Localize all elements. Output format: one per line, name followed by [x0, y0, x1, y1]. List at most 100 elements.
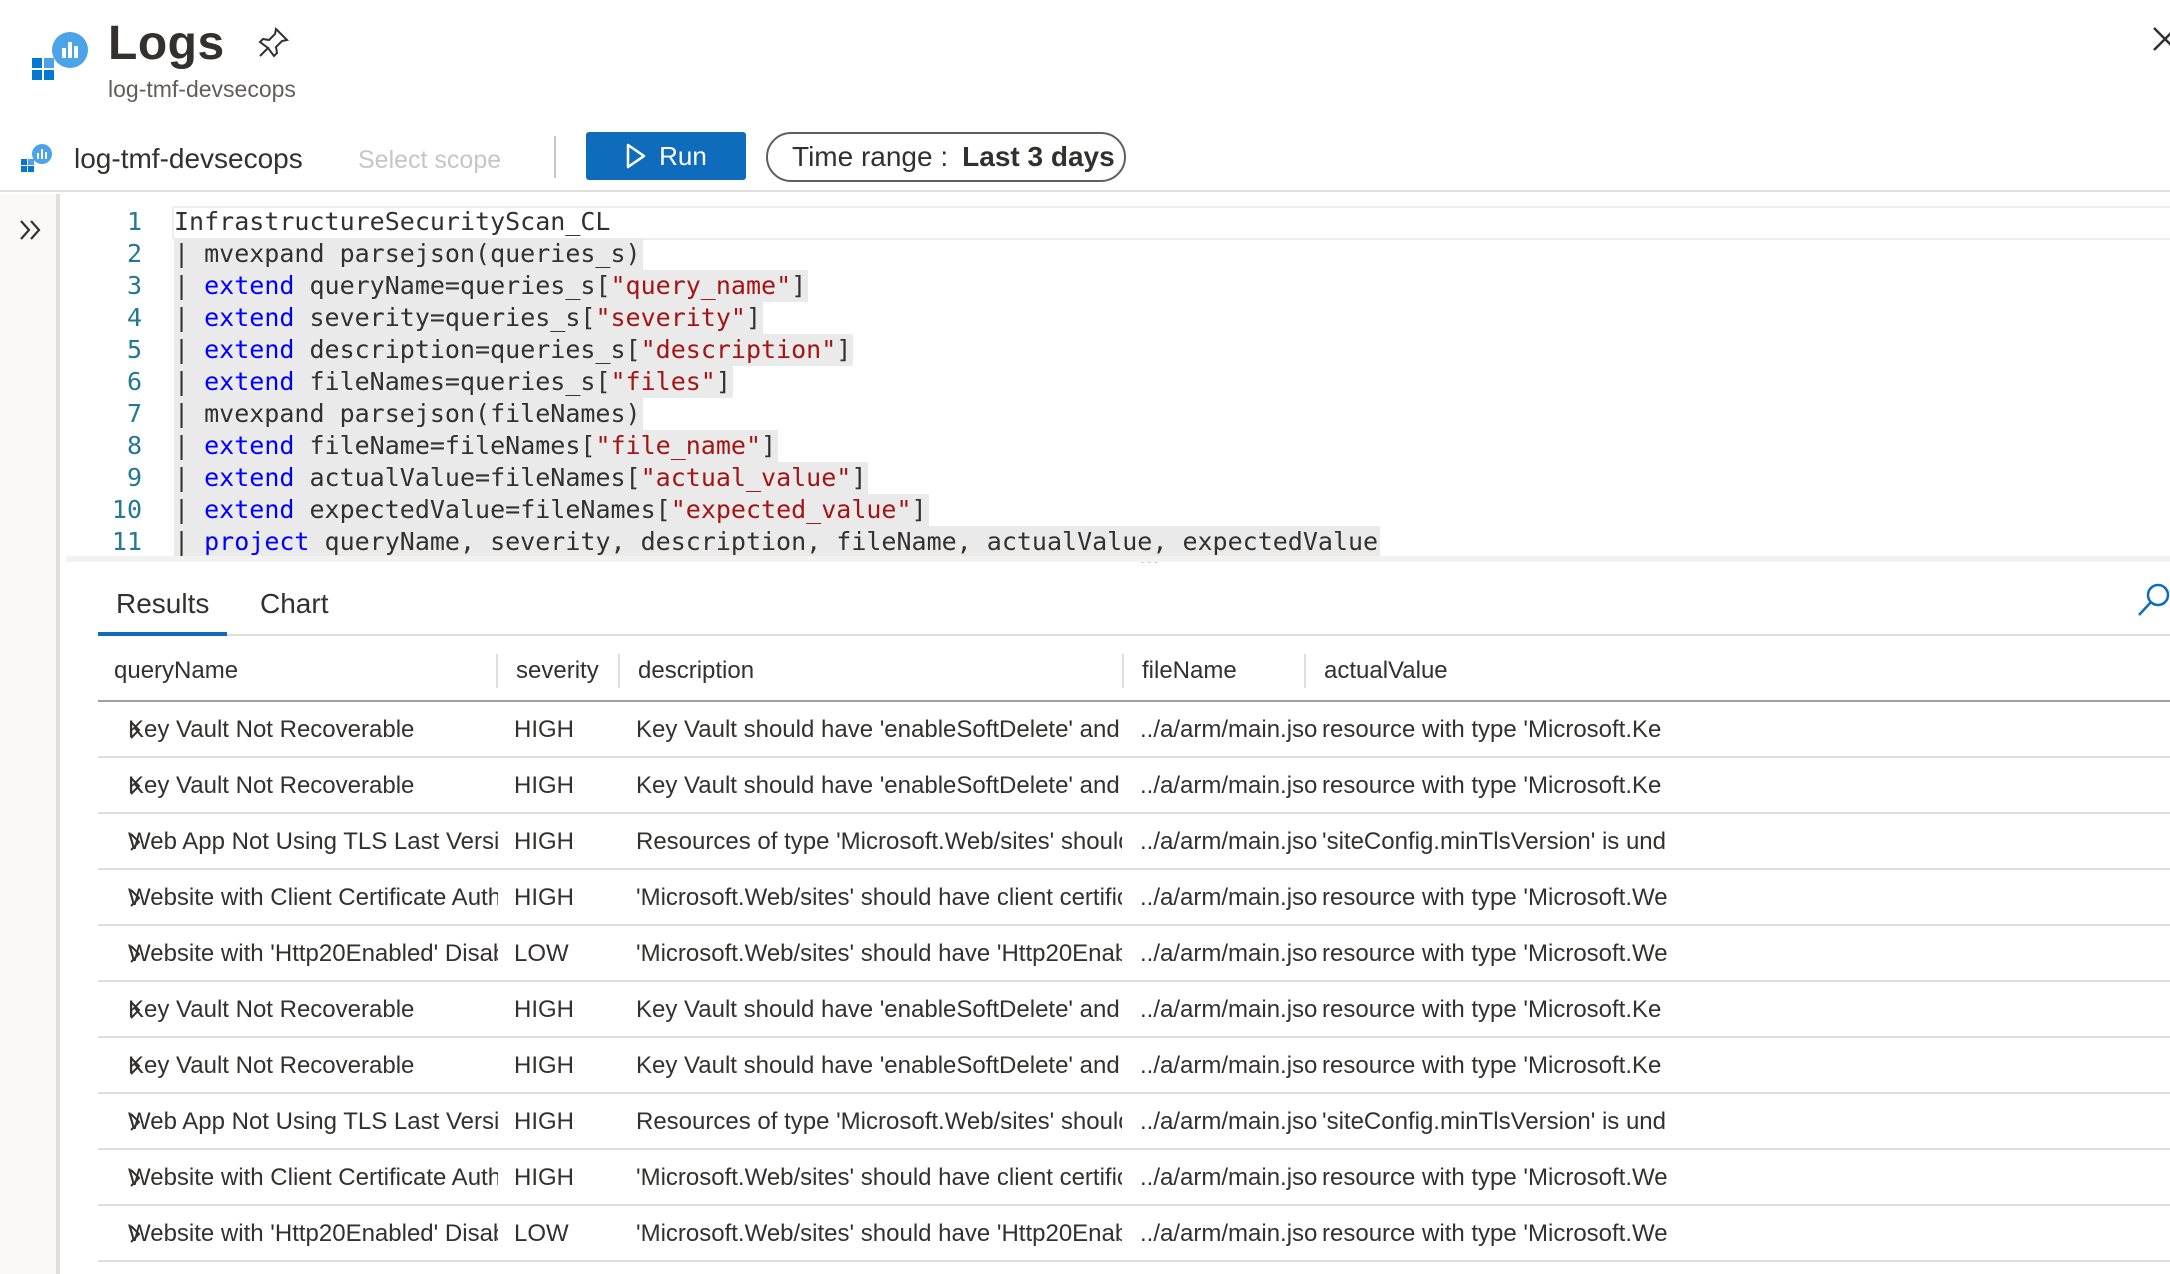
cell-description: Key Vault should have 'enableSoftDelete'… — [636, 716, 1122, 743]
blade-header: Logs log-tmf-devsecops — [0, 0, 2170, 124]
table-row[interactable]: Key Vault Not Recoverable HIGH Key Vault s… — [98, 702, 2170, 758]
query-toolbar: log-tmf-devsecops Select scope Run Time … — [0, 126, 2170, 192]
line-number: 9 — [126, 463, 142, 492]
cell-severity: LOW — [514, 940, 569, 967]
column-header-description[interactable]: description — [614, 640, 754, 702]
table-row[interactable]: Key Vault Not Recoverable HIGH Key Vault s… — [98, 758, 2170, 814]
cell-filename: ../a/arm/main.json — [1140, 940, 1318, 967]
code-text: | extend fileName=fileNames["file_name"] — [174, 430, 779, 462]
tab-results[interactable]: Results — [98, 586, 228, 636]
code-text: InfrastructureSecurityScan_CL — [174, 206, 613, 238]
code-line[interactable]: 7 | mvexpand parsejson(fileNames) — [66, 398, 2170, 430]
code-line[interactable]: 3 | extend queryName=queries_s["query_nam… — [66, 270, 2170, 302]
cell-filename: ../a/arm/main.json — [1140, 1220, 1318, 1247]
code-token: fileNames=queries_s[ — [294, 367, 611, 396]
editor-results-splitter[interactable] — [66, 556, 2170, 562]
table-row[interactable]: Web App Not Using TLS Last Version HIGH Re… — [98, 814, 2170, 870]
close-icon[interactable] — [2150, 24, 2170, 54]
code-text: | extend fileNames=queries_s["files"] — [174, 366, 733, 398]
table-header: queryName severity description fileName … — [98, 640, 2170, 702]
run-button[interactable]: Run — [586, 132, 746, 180]
workspace-icon — [21, 144, 52, 172]
cell-severity: HIGH — [514, 996, 574, 1023]
code-line[interactable]: 9 | extend actualValue=fileNames["actual_… — [66, 462, 2170, 494]
table-row[interactable]: Website with Client Certificate Auth Dis… — [98, 1150, 2170, 1206]
table-row[interactable]: Key Vault Not Recoverable HIGH Key Vault s… — [98, 1038, 2170, 1094]
line-number: 2 — [126, 239, 142, 268]
cell-queryname: Key Vault Not Recoverable — [128, 716, 415, 743]
cell-queryname: Web App Not Using TLS Last Version — [128, 1108, 498, 1135]
code-token: ] — [791, 271, 807, 300]
cell-description: Key Vault should have 'enableSoftDelete'… — [636, 996, 1122, 1023]
cell-filename: ../a/arm/main.json — [1140, 828, 1318, 855]
code-text: | mvexpand parsejson(fileNames) — [174, 398, 643, 430]
scope-name[interactable]: log-tmf-devsecops — [74, 143, 303, 175]
time-range-button[interactable]: Time range : Last 3 days — [766, 132, 1126, 182]
log-analytics-icon — [32, 32, 88, 80]
cell-description: Resources of type 'Microsoft.Web/sites' … — [636, 1108, 1122, 1135]
code-line[interactable]: 8 | extend fileName=fileNames["file_name"… — [66, 430, 2170, 462]
double-chevron-right-icon[interactable] — [18, 218, 44, 242]
tab-chart[interactable]: Chart — [242, 586, 346, 636]
cell-actualvalue: resource with type 'Microsoft.Ke — [1322, 772, 1662, 799]
code-keyword: extend — [204, 495, 295, 524]
code-line[interactable]: 1 InfrastructureSecurityScan_CL — [66, 206, 2170, 238]
cell-filename: ../a/arm/main.json — [1140, 1164, 1318, 1191]
results-tabs: Results Chart — [98, 586, 2170, 636]
code-token: description=queries_s[ — [294, 335, 641, 364]
cell-actualvalue: resource with type 'Microsoft.We — [1322, 884, 1668, 911]
cell-severity: LOW — [514, 1220, 569, 1247]
code-line[interactable]: 4 | extend severity=queries_s["severity"] — [66, 302, 2170, 334]
column-header-filename[interactable]: fileName — [1118, 640, 1237, 702]
cell-actualvalue: resource with type 'Microsoft.We — [1322, 1164, 1668, 1191]
code-line[interactable]: 6 | extend fileNames=queries_s["files"] — [66, 366, 2170, 398]
code-text: | extend queryName=queries_s["query_name… — [174, 270, 809, 302]
table-body: Key Vault Not Recoverable HIGH Key Vault s… — [98, 702, 2170, 1262]
code-string: "actual_value" — [640, 463, 852, 492]
cell-severity: HIGH — [514, 716, 574, 743]
code-line[interactable]: 5 | extend description=queries_s["descrip… — [66, 334, 2170, 366]
code-token: ] — [715, 367, 731, 396]
code-token: | — [174, 303, 205, 332]
cell-severity: HIGH — [514, 1164, 574, 1191]
table-row[interactable]: Web App Not Using TLS Last Version HIGH Re… — [98, 1094, 2170, 1150]
play-icon — [626, 143, 646, 169]
code-line[interactable]: 11 | project queryName, severity, descrip… — [66, 526, 2170, 558]
line-number: 11 — [111, 527, 142, 556]
select-scope-link[interactable]: Select scope — [358, 146, 501, 175]
query-editor[interactable]: 1 InfrastructureSecurityScan_CL 2 | mvexpan… — [66, 194, 2170, 558]
code-string: "files" — [610, 367, 716, 396]
cell-description: 'Microsoft.Web/sites' should have client… — [636, 884, 1122, 911]
column-header-queryname[interactable]: queryName — [90, 640, 238, 702]
code-line[interactable]: 2 | mvexpand parsejson(queries_s) — [66, 238, 2170, 270]
cell-description: Key Vault should have 'enableSoftDelete'… — [636, 1052, 1122, 1079]
cell-actualvalue: resource with type 'Microsoft.We — [1322, 1220, 1668, 1247]
cell-actualvalue: resource with type 'Microsoft.Ke — [1322, 1052, 1662, 1079]
code-token: ] — [911, 495, 927, 524]
code-token: queryName, severity, description, fileNa… — [309, 527, 1379, 556]
search-icon[interactable] — [2136, 582, 2170, 618]
table-row[interactable]: Website with 'Http20Enabled' Disabled LOW… — [98, 926, 2170, 982]
code-keyword: extend — [204, 463, 295, 492]
code-line[interactable]: 10 | extend expectedValue=fileNames["expe… — [66, 494, 2170, 526]
column-header-severity[interactable]: severity — [492, 640, 599, 702]
table-row[interactable]: Key Vault Not Recoverable HIGH Key Vault s… — [98, 982, 2170, 1038]
cell-queryname: Website with 'Http20Enabled' Disabled — [128, 1220, 498, 1247]
code-string: "description" — [640, 335, 837, 364]
pin-icon[interactable] — [256, 26, 290, 60]
table-row[interactable]: Website with Client Certificate Auth Dis… — [98, 870, 2170, 926]
code-text: | project queryName, severity, descripti… — [174, 526, 1381, 558]
cell-filename: ../a/arm/main.json — [1140, 884, 1318, 911]
cell-actualvalue: resource with type 'Microsoft.We — [1322, 940, 1668, 967]
column-header-actualvalue[interactable]: actualValue — [1300, 640, 1448, 702]
code-token: | — [174, 463, 205, 492]
table-row[interactable]: Website with 'Http20Enabled' Disabled LOW… — [98, 1206, 2170, 1262]
code-text: | extend expectedValue=fileNames["expect… — [174, 494, 929, 526]
code-token: queryName=queries_s[ — [294, 271, 611, 300]
code-string: "expected_value" — [670, 495, 912, 524]
code-token: InfrastructureSecurityScan_CL — [174, 207, 611, 236]
code-keyword: extend — [204, 431, 295, 460]
cell-filename: ../a/arm/main.json — [1140, 1052, 1318, 1079]
code-string: "file_name" — [595, 431, 762, 460]
code-token: | mvexpand parsejson(queries_s) — [174, 239, 641, 268]
